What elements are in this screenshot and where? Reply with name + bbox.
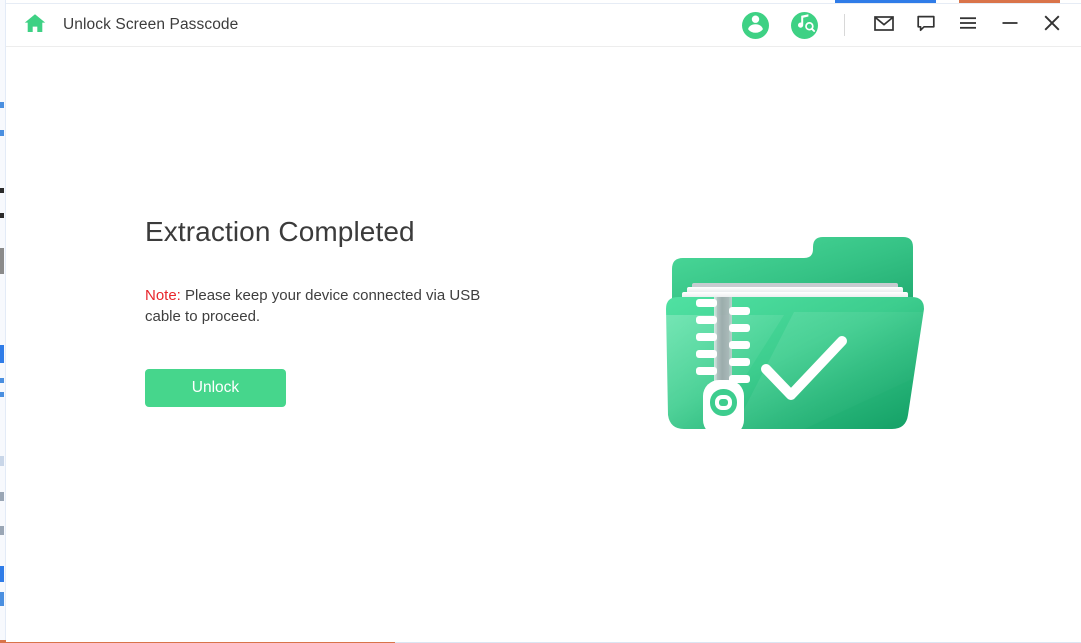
minimize-button[interactable] [995, 10, 1025, 40]
background-edge-mark [0, 130, 4, 136]
titlebar-divider [844, 14, 845, 36]
application-window: Unlock Screen Passcode Extraction Comple… [6, 3, 1081, 642]
background-edge-mark [0, 392, 4, 397]
hamburger-menu-icon [957, 12, 979, 39]
page-title: Unlock Screen Passcode [63, 16, 239, 33]
unlock-button[interactable]: Unlock [145, 369, 286, 408]
completion-headline: Extraction Completed [145, 216, 415, 247]
background-edge-mark [0, 248, 4, 274]
background-edge-mark [0, 492, 4, 501]
home-button[interactable] [22, 12, 48, 38]
menu-button[interactable] [953, 10, 983, 40]
close-button[interactable] [1037, 10, 1067, 40]
main-content: Extraction Completed Note: Please keep y… [6, 47, 1081, 642]
close-icon [1041, 12, 1063, 39]
account-button[interactable] [742, 9, 769, 41]
background-edge-mark [0, 456, 4, 466]
account-circle-icon [742, 9, 769, 41]
music-search-button[interactable] [791, 9, 818, 41]
title-bar-actions [742, 4, 1081, 46]
mail-button[interactable] [869, 10, 899, 40]
note-text: Please keep your device connected via US… [145, 286, 481, 325]
note-message: Note: Please keep your device connected … [145, 285, 493, 328]
background-edge-mark [0, 526, 4, 535]
status-text-block: Extraction Completed Note: Please keep y… [145, 215, 565, 408]
chat-bubble-icon [915, 12, 937, 39]
background-edge-mark [0, 378, 4, 383]
note-label: Note: [145, 286, 181, 304]
background-edge-mark [0, 345, 4, 363]
zipped-folder-check-icon [654, 237, 939, 442]
title-bar: Unlock Screen Passcode [6, 4, 1081, 47]
background-edge-mark [0, 102, 4, 108]
feedback-button[interactable] [911, 10, 941, 40]
background-edge-mark [0, 592, 4, 606]
background-edge-mark [0, 213, 4, 218]
music-search-circle-icon [791, 9, 818, 41]
mail-icon [873, 12, 895, 39]
background-edge-mark [0, 188, 4, 193]
minimize-icon [999, 12, 1021, 39]
home-icon [23, 11, 47, 40]
background-edge-mark [0, 566, 4, 582]
